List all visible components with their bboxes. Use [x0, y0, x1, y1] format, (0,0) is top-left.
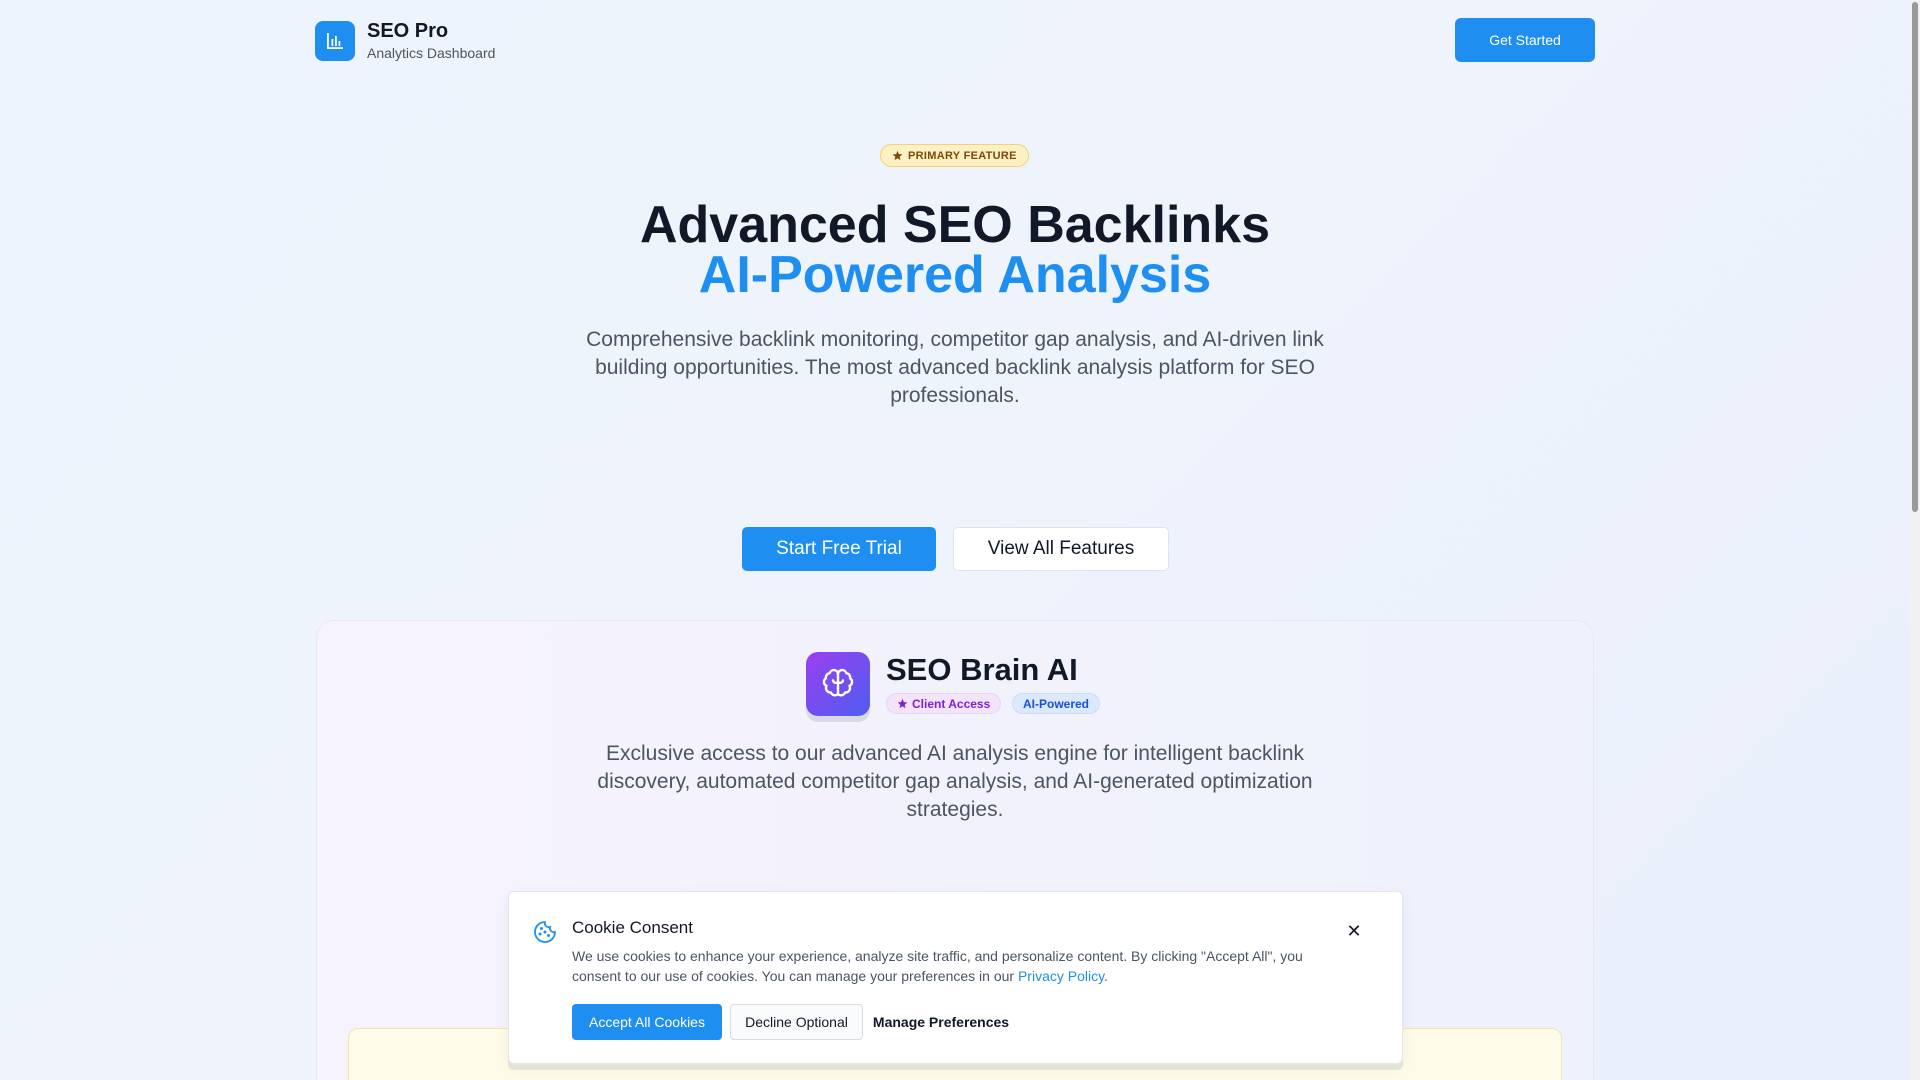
view-all-features-button[interactable]: View All Features: [953, 527, 1169, 571]
brain-icon: [806, 652, 870, 716]
cookie-text-end: .: [1104, 968, 1108, 984]
brand[interactable]: SEO Pro Analytics Dashboard: [367, 19, 495, 63]
tag-label: Client Access: [912, 696, 991, 711]
hero-title-line2: AI-Powered Analysis: [698, 246, 1212, 304]
star-icon: [892, 150, 903, 161]
star-icon: [897, 698, 908, 709]
primary-feature-badge: PRIMARY FEATURE: [880, 144, 1029, 167]
bar-chart-icon[interactable]: [315, 21, 355, 61]
cookie-title: Cookie Consent: [572, 918, 693, 937]
brand-subtitle: Analytics Dashboard: [367, 45, 496, 61]
scrollbar-thumb[interactable]: [1912, 2, 1918, 512]
hero-description: Comprehensive backlink monitoring, compe…: [586, 328, 1324, 407]
cookie-icon: [534, 921, 556, 943]
ai-powered-tag: AI-Powered: [1012, 693, 1101, 714]
privacy-policy-link[interactable]: Privacy Policy: [1018, 968, 1104, 984]
feature-description: Exclusive access to our advanced AI anal…: [597, 742, 1313, 821]
close-icon[interactable]: ✕: [1344, 922, 1364, 942]
decline-optional-button[interactable]: Decline Optional: [730, 1004, 863, 1040]
cookie-text: We use cookies to enhance your experienc…: [572, 946, 1332, 986]
start-free-trial-button[interactable]: Start Free Trial: [742, 527, 936, 571]
client-access-tag: Client Access: [886, 693, 1002, 714]
cookie-consent-banner: Cookie Consent We use cookies to enhance…: [508, 891, 1403, 1064]
cookie-text-body: We use cookies to enhance your experienc…: [572, 948, 1303, 984]
tag-label: AI-Powered: [1023, 696, 1090, 711]
site-header: SEO Pro Analytics Dashboard: [315, 19, 495, 63]
hero-title: Advanced SEO Backlinks AI-Powered Analys…: [0, 199, 1910, 304]
badge-label: PRIMARY FEATURE: [908, 149, 1017, 162]
accept-all-cookies-button[interactable]: Accept All Cookies: [572, 1004, 722, 1040]
feature-title: SEO Brain AI: [886, 652, 1078, 687]
get-started-button[interactable]: Get Started: [1455, 18, 1595, 62]
manage-preferences-button[interactable]: Manage Preferences: [871, 1004, 1011, 1040]
brand-title: SEO Pro: [367, 20, 449, 42]
